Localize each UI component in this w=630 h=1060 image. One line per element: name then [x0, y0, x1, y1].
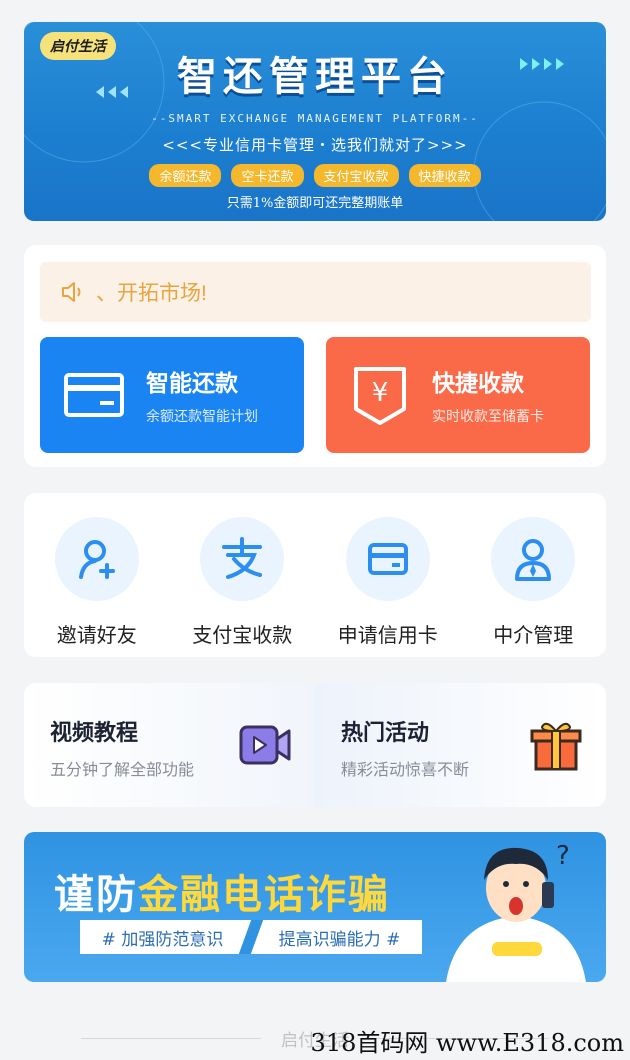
notice-bar[interactable]: 、开拓市场! — [40, 262, 591, 322]
grid-icon-circle — [345, 517, 430, 601]
fraud-title-highlight: 金融电话诈骗 — [138, 872, 390, 918]
quick-collect-button[interactable]: ¥ 快捷收款 实时收款至储蓄卡 — [326, 337, 590, 453]
grid-label: 中介管理 — [493, 623, 574, 647]
grid-item-alipay[interactable]: 支付宝收款 — [177, 517, 307, 657]
card-icon — [64, 373, 124, 417]
main-actions-card: 、开拓市场! 智能还款 余额还款智能计划 ¥ 快捷收款 实时收款至储蓄卡 — [24, 245, 606, 467]
svg-text:¥: ¥ — [372, 378, 389, 408]
agent-icon — [515, 539, 552, 581]
chip-empty-card-repay: 空卡还款 — [231, 164, 304, 187]
banner-title: 智还管理平台 — [177, 53, 453, 100]
grid-icon-circle — [491, 517, 576, 601]
yuan-receipt-icon: ¥ — [354, 367, 406, 425]
fraud-warning-banner[interactable]: 谨防金融电话诈骗 # 加强防范意识 提高识骗能力 # ? — [24, 832, 606, 982]
invite-user-icon — [78, 540, 115, 579]
fraud-tag-2: 提高识骗能力 # — [278, 929, 401, 950]
svg-text:?: ? — [556, 841, 570, 871]
hot-activity-entry[interactable]: 热门活动 精彩活动惊喜不断 — [315, 683, 606, 807]
chip-alipay-collect: 支付宝收款 — [313, 164, 399, 187]
video-tutorial-subtitle: 五分钟了解全部功能 — [50, 760, 195, 779]
feature-grid: 邀请好友 支付宝收款 申请信用卡 中介管理 — [24, 493, 606, 657]
top-banner[interactable]: 启付生活 智还管理平台 --SMART EXCHANGE MANAGEMENT … — [24, 22, 606, 221]
grid-item-invite[interactable]: 邀请好友 — [32, 517, 162, 657]
worried-person-illustration: ? — [446, 841, 586, 982]
video-tutorial-entry[interactable]: 视频教程 五分钟了解全部功能 — [24, 683, 315, 807]
fraud-tag-1: # 加强防范意识 — [101, 929, 224, 950]
grid-label: 邀请好友 — [56, 623, 137, 647]
smart-repay-subtitle: 余额还款智能计划 — [146, 409, 258, 425]
banner-subtitle-en: --SMART EXCHANGE MANAGEMENT PLATFORM-- — [151, 112, 479, 125]
video-tutorial-title: 视频教程 — [50, 721, 139, 746]
banner-note: 只需1%金额即可还完整期账单 — [226, 196, 404, 211]
grid-icon-circle — [200, 517, 285, 601]
promo-card: 视频教程 五分钟了解全部功能 热门活动 精彩活动惊喜不断 — [24, 683, 606, 807]
video-camera-icon — [239, 725, 291, 765]
fraud-banner-title: 谨防金融电话诈骗 — [54, 862, 390, 920]
gift-icon — [530, 722, 582, 771]
grid-icon-circle — [54, 517, 139, 601]
alipay-icon — [222, 537, 263, 579]
notice-text: 、开拓市场! — [96, 282, 207, 305]
speaker-icon — [62, 282, 81, 302]
grid-item-agent[interactable]: 中介管理 — [468, 517, 598, 657]
chip-quick-collect: 快捷收款 — [408, 164, 481, 187]
quick-collect-subtitle: 实时收款至储蓄卡 — [432, 409, 544, 425]
chip-balance-repay: 余额还款 — [149, 164, 222, 187]
smart-repay-title: 智能还款 — [146, 371, 238, 397]
banner-chips: 余额还款 空卡还款 支付宝收款 快捷收款 — [24, 164, 606, 187]
smart-repay-button[interactable]: 智能还款 余额还款智能计划 — [40, 337, 304, 453]
fraud-tag-bar: # 加强防范意识 提高识骗能力 # — [80, 920, 422, 954]
hot-activity-subtitle: 精彩活动惊喜不断 — [341, 760, 470, 779]
grid-label: 支付宝收款 — [192, 623, 293, 647]
quick-collect-title: 快捷收款 — [432, 371, 524, 397]
credit-card-icon — [367, 543, 408, 575]
footer-divider-left — [81, 1038, 261, 1039]
hot-activity-title: 热门活动 — [341, 721, 430, 746]
fraud-title-prefix: 谨防 — [54, 872, 138, 918]
grid-item-credit-card[interactable]: 申请信用卡 — [323, 517, 453, 657]
banner-tagline: <<<专业信用卡管理・选我们就对了>>> — [162, 136, 468, 154]
grid-label: 申请信用卡 — [337, 623, 438, 647]
site-watermark: 318首码网 www.E318.com — [310, 1029, 624, 1057]
